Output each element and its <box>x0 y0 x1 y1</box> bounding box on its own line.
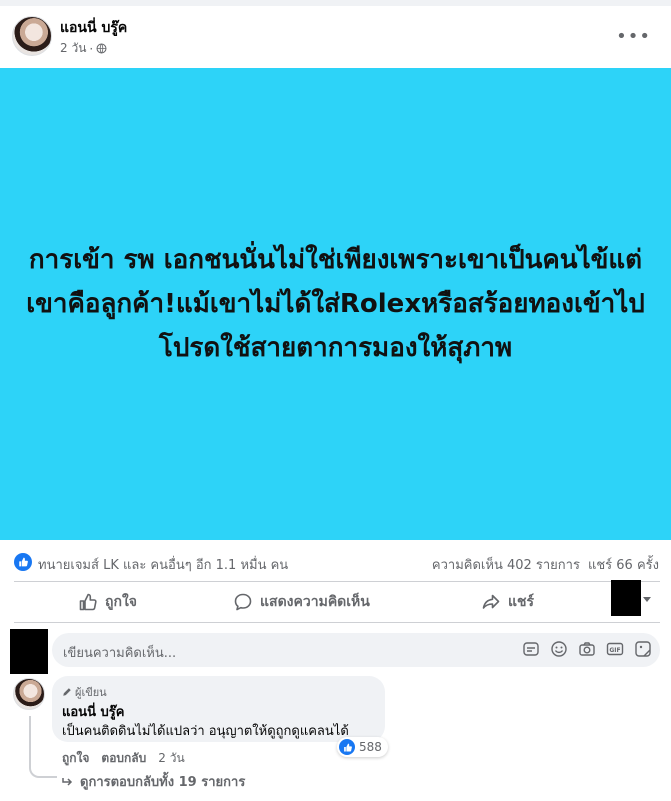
redacted-viewer-avatar[interactable] <box>611 580 641 616</box>
comment-input[interactable]: เขียนความคิดเห็น... GIF <box>52 633 660 667</box>
comment-reply-button[interactable]: ตอบกลับ <box>101 749 146 768</box>
comment-icon <box>234 593 252 611</box>
redacted-user-avatar <box>10 629 48 674</box>
image-sticker-icon[interactable] <box>634 640 652 658</box>
like-reaction-icon[interactable] <box>14 553 32 571</box>
post-actions: ถูกใจ แสดงความคิดเห็น แชร์ <box>0 586 671 622</box>
gif-icon[interactable]: GIF <box>606 640 624 658</box>
post-image[interactable]: การเข้า รพ เอกชนนั่นไม่ใช่เพียงเพราะเขาเ… <box>0 68 671 540</box>
share-label: แชร์ <box>508 594 535 610</box>
post-author-name[interactable]: แอนนี่ บรู๊ค <box>60 17 127 39</box>
author-badge-label: ผู้เขียน <box>75 686 107 699</box>
like-reaction-icon <box>339 739 355 755</box>
like-label: ถูกใจ <box>105 594 137 610</box>
emoji-icon[interactable] <box>550 640 568 658</box>
comment-time[interactable]: 2 วัน <box>158 749 184 768</box>
comment-actions: ถูกใจ ตอบกลับ 2 วัน <box>62 749 185 768</box>
comment-reactions[interactable]: 588 <box>337 737 388 757</box>
view-replies-label: ดูการตอบกลับทั้ง 19 รายการ <box>80 775 246 790</box>
like-button[interactable]: ถูกใจ <box>78 591 137 613</box>
divider <box>14 581 660 582</box>
more-options-button[interactable]: ••• <box>616 26 651 47</box>
post-stats: ทนายเจมส์ LK และ คนอื่นๆ อีก 1.1 หมื่น ค… <box>0 545 671 577</box>
thumbs-up-icon <box>79 593 97 611</box>
pencil-icon <box>63 688 71 696</box>
post-image-text: การเข้า รพ เอกชนนั่นไม่ใช่เพียงเพราะเขาเ… <box>26 245 645 363</box>
author-avatar[interactable] <box>12 16 52 56</box>
reply-arrow-icon <box>62 777 73 786</box>
comment-input-icons: GIF <box>522 640 652 658</box>
globe-icon[interactable] <box>96 43 107 54</box>
post-time[interactable]: 2 วัน <box>60 39 86 58</box>
comment-label: แสดงความคิดเห็น <box>260 594 370 610</box>
camera-icon[interactable] <box>578 640 596 658</box>
shares-count[interactable]: แชร์ 66 ครั้ง <box>588 554 659 575</box>
reactions-summary[interactable]: ทนายเจมส์ LK และ คนอื่นๆ อีก 1.1 หมื่น ค… <box>38 554 288 575</box>
commenter-avatar[interactable] <box>13 678 45 710</box>
comment-bubble: ผู้เขียน แอนนี่ บรู๊ค เป็นคนติดดินไม่ได้… <box>52 676 385 742</box>
stats-right: ความคิดเห็น 402 รายการ แชร์ 66 ครั้ง <box>432 554 659 575</box>
post-meta: 2 วัน · <box>60 39 107 58</box>
author-badge: ผู้เขียน <box>62 683 107 701</box>
sticker-icon[interactable] <box>522 640 540 658</box>
chevron-down-icon[interactable] <box>643 597 651 602</box>
meta-separator: · <box>89 41 94 56</box>
comment-author-name[interactable]: แอนนี่ บรู๊ค <box>62 701 124 722</box>
comments-count[interactable]: ความคิดเห็น 402 รายการ <box>432 554 580 575</box>
view-replies-link[interactable]: ดูการตอบกลับทั้ง 19 รายการ <box>62 771 245 792</box>
divider <box>14 622 660 623</box>
svg-text:GIF: GIF <box>609 647 620 654</box>
comment-input-placeholder: เขียนความคิดเห็น... <box>63 646 177 661</box>
comment-reaction-count: 588 <box>359 740 382 754</box>
share-button[interactable]: แชร์ <box>481 591 534 613</box>
comment-button[interactable]: แสดงความคิดเห็น <box>233 591 370 613</box>
comment-text: เป็นคนติดดินไม่ได้แปลว่า อนุญาตให้ดูถูกด… <box>62 724 349 739</box>
share-icon <box>482 594 500 609</box>
post-header: แอนนี่ บรู๊ค 2 วัน · ••• <box>0 6 671 68</box>
comment-like-button[interactable]: ถูกใจ <box>62 749 89 768</box>
